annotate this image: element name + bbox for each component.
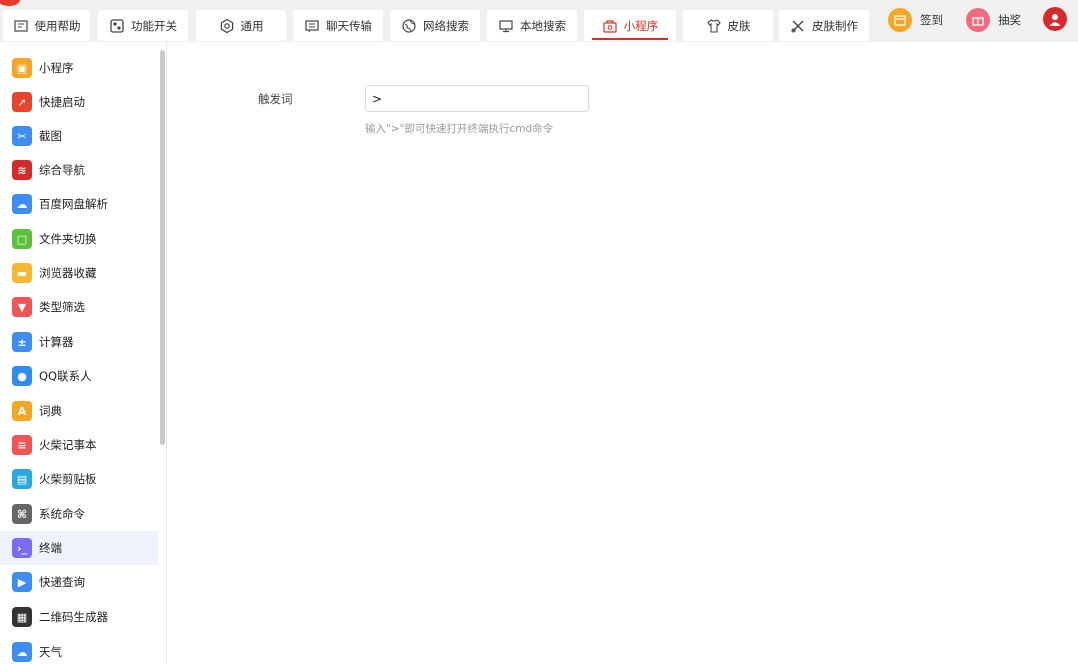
tab-skin[interactable]: 皮肤 [683, 10, 773, 41]
globe-icon [401, 18, 417, 34]
sidebar-item-label: 百度网盘解析 [39, 197, 108, 211]
sidebar-item-terminal[interactable]: ›_ 终端 [0, 531, 158, 565]
sidebar-item-calculator[interactable]: ± 计算器 [0, 325, 158, 359]
cloud-icon: ☁ [12, 194, 32, 214]
signin-label: 签到 [920, 13, 943, 27]
sidebar-item-label: 计算器 [39, 335, 74, 349]
monitor-icon [498, 18, 514, 34]
sidebar-item-label: 词典 [39, 404, 62, 418]
tab-mini-program[interactable]: 小程序 [584, 10, 676, 41]
sidebar-item-qq-contacts[interactable]: ● QQ联系人 [0, 359, 158, 393]
folder-icon: ▬ [12, 263, 32, 283]
tab-label: 皮肤制作 [812, 18, 858, 33]
user-avatar-icon[interactable] [1043, 7, 1067, 31]
settings-panel: 触发词 输入">"即可快速打开终端执行cmd命令 [168, 42, 1078, 664]
signin-button[interactable]: 签到 [888, 7, 943, 33]
sidebar-item-label: 小程序 [39, 61, 74, 75]
sidebar-item-label: 天气 [39, 645, 62, 659]
tab-local-search[interactable]: 本地搜索 [487, 10, 577, 41]
sidebar-item-label: 二维码生成器 [39, 610, 108, 624]
chat-transfer-icon [304, 18, 320, 34]
sidebar-item-system-commands[interactable]: ⌘ 系统命令 [0, 497, 158, 531]
sidebar-item-weather[interactable]: ☁ 天气 [0, 635, 158, 664]
sidebar-item-label: 快递查询 [39, 575, 85, 589]
tshirt-icon [706, 18, 722, 34]
sidebar-item-label: 火柴剪贴板 [39, 472, 97, 486]
navigation-icon: ≋ [12, 160, 32, 180]
qq-icon: ● [12, 366, 32, 386]
sidebar-item-clipboard[interactable]: ▤ 火柴剪贴板 [0, 462, 158, 496]
tab-label: 小程序 [623, 18, 659, 33]
tab-skin-making[interactable]: 皮肤制作 [779, 10, 869, 41]
trigger-word-input[interactable] [365, 85, 589, 112]
tab-chat-transfer[interactable]: 聊天传输 [293, 10, 383, 41]
filter-icon: ▼ [12, 297, 32, 317]
sidebar-item-notepad[interactable]: ≡ 火柴记事本 [0, 428, 158, 462]
tab-label: 使用帮助 [34, 18, 81, 33]
help-doc-icon [13, 18, 29, 34]
lottery-label: 抽奖 [998, 13, 1021, 27]
tab-help[interactable]: 使用帮助 [3, 10, 90, 41]
notepad-icon: ≡ [12, 435, 32, 455]
sidebar-item-dictionary[interactable]: A 词典 [0, 394, 158, 428]
sidebar-item-mini-program[interactable]: ▣ 小程序 [0, 51, 158, 85]
sidebar-item-quick-launch[interactable]: ➚ 快捷启动 [0, 85, 158, 119]
trigger-word-hint: 输入">"即可快速打开终端执行cmd命令 [365, 123, 554, 135]
calculator-icon: ± [12, 332, 32, 352]
app-logo-icon [0, 0, 20, 6]
sidebar-item-label: 文件夹切换 [39, 232, 97, 246]
toggle-switch-icon [109, 18, 125, 34]
tab-general[interactable]: 通用 [196, 10, 286, 41]
sidebar-item-label: 终端 [39, 541, 62, 555]
weather-icon: ☁ [12, 642, 32, 662]
calendar-icon [888, 8, 912, 32]
gift-icon [966, 8, 990, 32]
skin-tools-icon [790, 18, 806, 34]
rocket-icon: ➚ [12, 92, 32, 112]
tab-label: 通用 [240, 18, 264, 33]
tab-label: 皮肤 [727, 18, 751, 33]
folder-switch-icon: □ [12, 229, 32, 249]
sidebar-item-label: QQ联系人 [39, 369, 92, 383]
tab-web-search[interactable]: 网络搜索 [390, 10, 480, 41]
gear-icon [219, 18, 235, 34]
sidebar-item-label: 截图 [39, 129, 62, 143]
tab-label: 网络搜索 [423, 18, 469, 33]
sidebar-item-qr-generator[interactable]: ▦ 二维码生成器 [0, 600, 158, 634]
mini-program-icon [602, 18, 618, 34]
sidebar-item-baidu-pan[interactable]: ☁ 百度网盘解析 [0, 187, 158, 221]
sidebar-item-label: 火柴记事本 [39, 438, 97, 452]
clipboard-icon: ▤ [12, 469, 32, 489]
sidebar: ▣ 小程序 ➚ 快捷启动 ✂ 截图 ≋ 综合导航 ☁ 百度网盘解析 □ 文件夹切… [0, 42, 167, 664]
sidebar-scrollbar[interactable] [160, 50, 165, 445]
lottery-button[interactable]: 抽奖 [966, 7, 1021, 33]
truck-icon: ▶ [12, 572, 32, 592]
sidebar-item-express-query[interactable]: ▶ 快递查询 [0, 565, 158, 599]
trigger-word-label: 触发词 [258, 92, 293, 106]
sidebar-item-navigation[interactable]: ≋ 综合导航 [0, 153, 158, 187]
tab-feature-switch[interactable]: 功能开关 [98, 10, 188, 41]
terminal-icon: ›_ [12, 538, 32, 558]
tab-label: 本地搜索 [520, 18, 566, 33]
sidebar-item-label: 类型筛选 [39, 300, 85, 314]
screenshot-icon: ✂ [12, 126, 32, 146]
sidebar-item-label: 系统命令 [39, 507, 85, 521]
qr-code-icon: ▦ [12, 607, 32, 627]
sidebar-item-label: 浏览器收藏 [39, 266, 97, 280]
sidebar-item-label: 快捷启动 [39, 95, 85, 109]
sidebar-item-type-filter[interactable]: ▼ 类型筛选 [0, 290, 158, 324]
tab-label: 聊天传输 [326, 18, 372, 33]
sidebar-item-browser-bookmarks[interactable]: ▬ 浏览器收藏 [0, 256, 158, 290]
sidebar-item-folder-switch[interactable]: □ 文件夹切换 [0, 222, 158, 256]
mini-program-icon: ▣ [12, 58, 32, 78]
tab-label: 功能开关 [131, 18, 177, 33]
sidebar-item-screenshot[interactable]: ✂ 截图 [0, 119, 158, 153]
sidebar-item-label: 综合导航 [39, 163, 85, 177]
command-icon: ⌘ [12, 504, 32, 524]
top-tab-bar: 使用帮助 功能开关 通用 聊天传输 网络搜索 本地搜索 小程序 皮肤 皮肤制作 … [0, 0, 1078, 42]
dictionary-icon: A [12, 401, 32, 421]
